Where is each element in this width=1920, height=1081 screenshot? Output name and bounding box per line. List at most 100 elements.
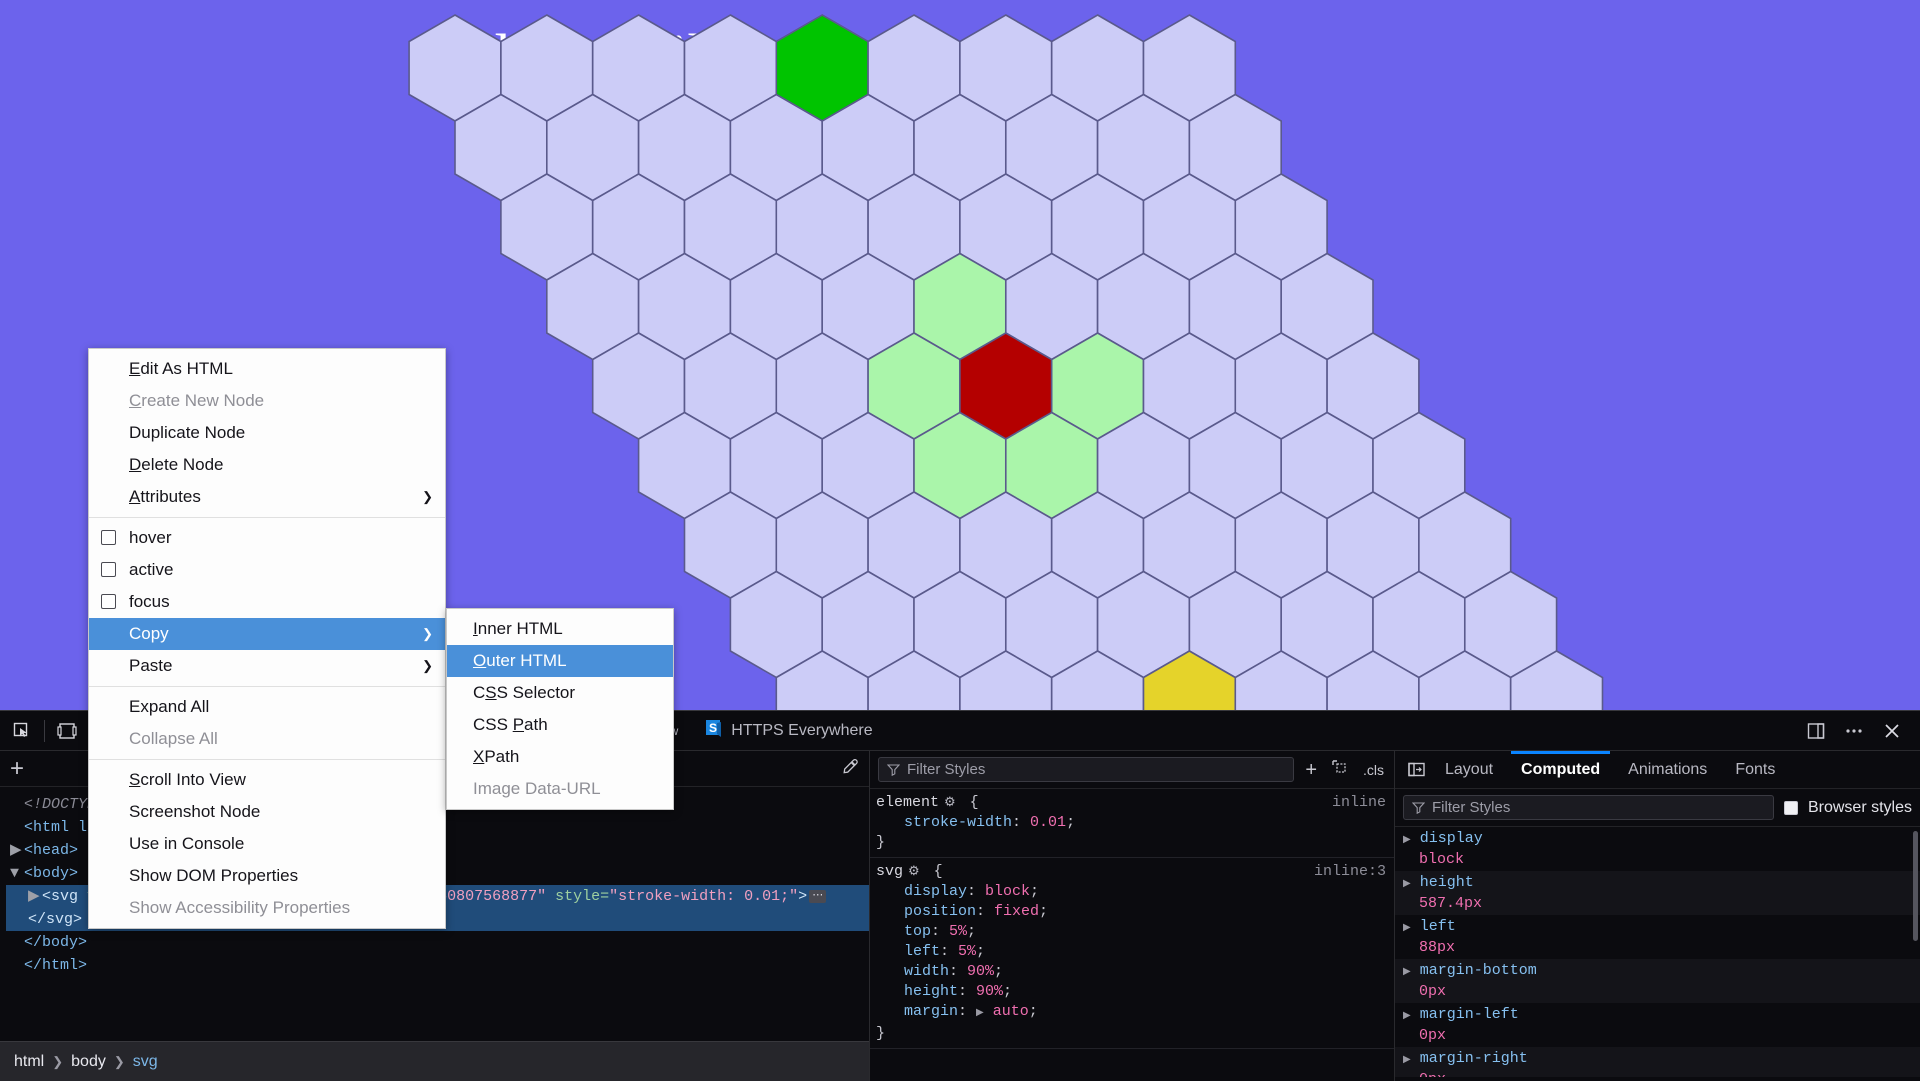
- menu-item-copy[interactable]: Copy ❯: [89, 618, 445, 650]
- menu-item-css-path[interactable]: CSS Path: [447, 709, 673, 741]
- expand-property-icon[interactable]: ▶: [1403, 967, 1411, 978]
- menu-item-screenshot-node[interactable]: Screenshot Node: [89, 796, 445, 828]
- css-declaration[interactable]: margin: ▶ auto;: [876, 1002, 1394, 1024]
- menu-checkbox[interactable]: [101, 530, 116, 545]
- tab-fonts[interactable]: Fonts: [1721, 751, 1789, 788]
- menu-checkbox[interactable]: [101, 562, 116, 577]
- breadcrumb-item-body[interactable]: body: [71, 1053, 106, 1071]
- css-rule-block[interactable]: svg ⚙ {inline:3 display: block; position: f…: [870, 858, 1394, 1049]
- css-rule-source[interactable]: inline: [1332, 793, 1386, 813]
- css-rule-selector[interactable]: svg: [876, 863, 903, 880]
- css-property-value: 0.01: [1030, 814, 1067, 831]
- menu-item-active[interactable]: active: [89, 554, 445, 586]
- computed-property-row[interactable]: ▶ left 88px: [1395, 915, 1920, 959]
- responsive-design-icon[interactable]: [49, 713, 85, 749]
- browser-styles-checkbox[interactable]: [1783, 800, 1798, 815]
- css-declaration[interactable]: height: 90%;: [876, 982, 1394, 1002]
- menu-item-hover[interactable]: hover: [89, 522, 445, 554]
- computed-property-row[interactable]: ▶ margin-left 0px: [1395, 1003, 1920, 1047]
- menu-item-attributes[interactable]: Attributes ❯: [89, 481, 445, 513]
- breadcrumb[interactable]: html ❯ body ❯ svg: [0, 1041, 869, 1081]
- computed-property-row[interactable]: ▶ display block: [1395, 827, 1920, 871]
- more-options-icon[interactable]: [1840, 717, 1868, 745]
- rules-filter-input[interactable]: Filter Styles: [878, 757, 1295, 782]
- menu-item-delete-node[interactable]: Delete Node: [89, 449, 445, 481]
- dom-twisty[interactable]: [10, 954, 24, 977]
- context-submenu-copy[interactable]: Inner HTML Outer HTML CSS Selector CSS Path…: [446, 608, 674, 810]
- menu-item-inner-html[interactable]: Inner HTML: [447, 613, 673, 645]
- breadcrumb-separator: ❯: [113, 1053, 125, 1069]
- menu-item-label: Scroll Into View: [129, 770, 246, 789]
- dom-collapsed-children[interactable]: ⋯: [809, 889, 827, 903]
- dom-attr-style: style=: [555, 888, 610, 905]
- computed-properties-list[interactable]: ▶ display block ▶ height 587.4px ▶ left 88px ▶…: [1395, 827, 1920, 1077]
- css-declaration[interactable]: position: fixed;: [876, 902, 1394, 922]
- dom-twisty[interactable]: ▶: [28, 885, 42, 908]
- dom-tag-text: <body>: [24, 865, 79, 882]
- dom-twisty[interactable]: ▶: [10, 839, 24, 862]
- dom-tag-svg: <svg: [42, 888, 88, 905]
- menu-item-show-dom-properties[interactable]: Show DOM Properties: [89, 860, 445, 892]
- dom-twisty[interactable]: ▼: [10, 862, 24, 885]
- tab-animations[interactable]: Animations: [1614, 751, 1721, 788]
- add-node-button[interactable]: +: [10, 756, 24, 781]
- rules-list[interactable]: element ⚙ {inline stroke-width: 0.01;} svg ⚙…: [870, 789, 1394, 1049]
- menu-item-outer-html[interactable]: Outer HTML: [447, 645, 673, 677]
- css-declaration[interactable]: top: 5%;: [876, 922, 1394, 942]
- dom-twisty[interactable]: [10, 816, 24, 839]
- computed-property-row[interactable]: ▶ margin-right 0px: [1395, 1047, 1920, 1077]
- gear-icon[interactable]: ⚙: [908, 862, 920, 882]
- computed-property-row[interactable]: ▶ margin-bottom 0px: [1395, 959, 1920, 1003]
- tab-https-everywhere[interactable]: S HTTPS Everywhere: [691, 711, 885, 750]
- expand-property-icon[interactable]: ▶: [1403, 1011, 1411, 1022]
- chevron-right-icon: ❯: [422, 489, 433, 504]
- expand-property-icon[interactable]: ▶: [1403, 1055, 1411, 1066]
- computed-property-row[interactable]: ▶ height 587.4px: [1395, 871, 1920, 915]
- menu-item-label: hover: [129, 528, 172, 547]
- css-rule-selector[interactable]: element: [876, 794, 939, 811]
- tab-computed[interactable]: Computed: [1507, 751, 1614, 788]
- css-declaration[interactable]: width: 90%;: [876, 962, 1394, 982]
- add-rule-button[interactable]: +: [1302, 760, 1320, 780]
- close-icon[interactable]: [1878, 717, 1906, 745]
- css-declaration[interactable]: stroke-width: 0.01;: [876, 813, 1394, 833]
- breadcrumb-item-html[interactable]: html: [14, 1053, 44, 1071]
- expand-property-icon[interactable]: ▶: [1403, 923, 1411, 934]
- dom-tree-line[interactable]: </html>: [6, 954, 869, 977]
- css-declaration[interactable]: left: 5%;: [876, 942, 1394, 962]
- menu-separator: [89, 686, 445, 687]
- css-declaration[interactable]: display: block;: [876, 882, 1394, 902]
- menu-item-xpath[interactable]: XPath: [447, 741, 673, 773]
- menu-item-scroll-into-view[interactable]: Scroll Into View: [89, 764, 445, 796]
- tab-layout[interactable]: Layout: [1431, 751, 1507, 788]
- menu-item-expand-all[interactable]: Expand All: [89, 691, 445, 723]
- context-menu[interactable]: Edit As HTML Create New Node Duplicate Nod…: [88, 348, 446, 929]
- menu-item-css-selector[interactable]: CSS Selector: [447, 677, 673, 709]
- menu-item-paste[interactable]: Paste ❯: [89, 650, 445, 682]
- dom-twisty[interactable]: [10, 931, 24, 954]
- element-classes-button[interactable]: .cls: [1361, 762, 1386, 778]
- dom-twisty[interactable]: [10, 793, 24, 816]
- computed-scrollbar[interactable]: [1913, 831, 1918, 941]
- expand-property-icon[interactable]: ▶: [1403, 835, 1411, 846]
- breadcrumb-item-svg[interactable]: svg: [133, 1053, 158, 1071]
- menu-item-use-in-console[interactable]: Use in Console: [89, 828, 445, 860]
- menu-item-focus[interactable]: focus: [89, 586, 445, 618]
- eyedropper-icon[interactable]: [841, 758, 859, 779]
- menu-separator: [89, 759, 445, 760]
- computed-property-value: 0px: [1403, 1070, 1920, 1077]
- menu-item-edit-as-html[interactable]: Edit As HTML: [89, 353, 445, 385]
- pick-element-icon[interactable]: [4, 713, 40, 749]
- dock-icon[interactable]: [1802, 717, 1830, 745]
- dom-tree-line[interactable]: </body>: [6, 931, 869, 954]
- css-rule-block[interactable]: element ⚙ {inline stroke-width: 0.01;}: [870, 789, 1394, 858]
- menu-checkbox[interactable]: [101, 594, 116, 609]
- expand-property-icon[interactable]: ▶: [1403, 879, 1411, 890]
- computed-filter-input[interactable]: Filter Styles: [1403, 795, 1774, 820]
- gear-icon[interactable]: ⚙: [944, 793, 956, 813]
- toggle-sidebar-icon[interactable]: [1401, 755, 1431, 785]
- menu-item-duplicate-node[interactable]: Duplicate Node: [89, 417, 445, 449]
- toggle-pseudo-class-icon[interactable]: [1328, 759, 1353, 780]
- css-rule-source[interactable]: inline:3: [1314, 862, 1386, 882]
- expand-shorthand-icon[interactable]: ▶: [976, 1008, 984, 1019]
